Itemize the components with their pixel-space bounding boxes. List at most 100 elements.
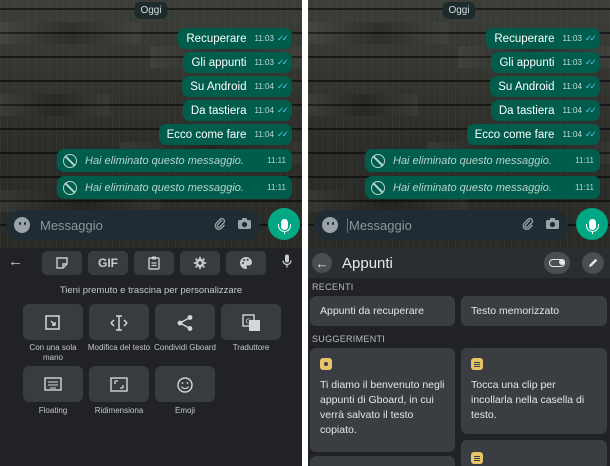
suggestion-text: Ti diamo il benvenuto negli appunti di G… xyxy=(320,379,445,436)
message-time: 11:11 xyxy=(575,156,594,165)
deleted-icon xyxy=(371,180,385,195)
clipboard-button[interactable] xyxy=(134,251,174,275)
emoji-icon xyxy=(177,377,193,393)
suggestion-card[interactable]: Ti diamo il benvenuto negli appunti di G… xyxy=(310,348,455,452)
camera-icon xyxy=(320,358,332,370)
message-time: 11:03 xyxy=(562,34,582,43)
read-ticks-icon: ✓✓ xyxy=(276,33,289,43)
date-chip: Oggi xyxy=(442,2,476,19)
deleted-icon xyxy=(63,153,77,168)
message-time: 11:03 xyxy=(562,58,582,67)
back-arrow-icon[interactable]: ← xyxy=(8,253,23,270)
translate-tile[interactable]: G xyxy=(221,304,281,340)
emoji-icon[interactable] xyxy=(14,217,30,233)
message-input-placeholder[interactable]: Messaggio xyxy=(40,218,203,233)
voice-message-button[interactable] xyxy=(576,208,608,240)
document-icon xyxy=(471,452,483,464)
message-text: Ecco come fare xyxy=(166,128,247,141)
deleted-message[interactable]: Hai eliminato questo messaggio. 11:11 xyxy=(365,176,600,199)
share-gboard-tile[interactable] xyxy=(155,304,215,340)
camera-icon[interactable] xyxy=(545,217,560,233)
message-text: Recuperare xyxy=(494,32,555,45)
recent-clip[interactable]: Appunti da recuperare xyxy=(310,296,455,326)
camera-icon[interactable] xyxy=(237,217,252,233)
message-time: 11:03 xyxy=(254,58,274,67)
suggestion-card[interactable]: Tocca una clip per incollarla nella case… xyxy=(461,348,607,434)
tile-label: Con una sola mano xyxy=(29,343,77,362)
message-bubble[interactable]: Su Android 11:04 ✓✓ xyxy=(182,76,292,97)
message-bubble[interactable]: Su Android 11:04 ✓✓ xyxy=(490,76,600,97)
pencil-icon xyxy=(589,258,598,267)
clip-text: Appunti da recuperare xyxy=(320,305,424,317)
share-icon xyxy=(177,315,193,331)
message-bubble[interactable]: Da tastiera 11:04 ✓✓ xyxy=(490,100,600,121)
suggestion-text: Tocca una clip per incollarla nella case… xyxy=(471,379,585,421)
tile-label: Traduttore xyxy=(232,343,270,352)
message-bubble[interactable]: Recuperare 11:03 ✓✓ xyxy=(486,28,600,49)
tile-label: Floating xyxy=(38,406,68,415)
message-time: 11:11 xyxy=(267,156,286,165)
message-time: 11:04 xyxy=(254,130,274,139)
paperclip-icon[interactable] xyxy=(213,217,227,234)
tile-label: Modifica del testo xyxy=(87,343,151,352)
keyboard-mic-icon[interactable] xyxy=(282,254,292,273)
message-input[interactable]: Messaggio xyxy=(314,210,568,240)
floating-tile[interactable] xyxy=(23,366,83,402)
deleted-message-text: Hai eliminato questo messaggio. xyxy=(85,181,244,194)
clip-text: Testo memorizzato xyxy=(471,305,560,317)
translate-icon: G xyxy=(242,314,260,331)
message-time: 11:04 xyxy=(254,106,274,115)
deleted-message[interactable]: Hai eliminato questo messaggio. 11:11 xyxy=(365,149,600,172)
document-icon xyxy=(471,358,483,370)
message-bubble[interactable]: Recuperare 11:03 ✓✓ xyxy=(178,28,292,49)
microphone-icon xyxy=(277,218,291,234)
back-arrow-icon[interactable]: ← xyxy=(312,253,332,273)
emoji-icon[interactable] xyxy=(322,217,338,233)
suggestions-section-label: SUGGERIMENTI xyxy=(312,334,386,344)
message-time: 11:04 xyxy=(562,106,582,115)
emoji-tile[interactable] xyxy=(155,366,215,402)
right-screenshot: Oggi Recuperare 11:03 ✓✓ Gli appunti 11:… xyxy=(308,0,610,466)
one-hand-mode-tile[interactable] xyxy=(23,304,83,340)
message-bubble[interactable]: Da tastiera 11:04 ✓✓ xyxy=(182,100,292,121)
resize-icon xyxy=(110,377,128,392)
message-time: 11:04 xyxy=(562,82,582,91)
message-text: Ecco come fare xyxy=(474,128,555,141)
message-text: Da tastiera xyxy=(190,104,247,117)
suggestion-card-partial[interactable] xyxy=(310,456,455,466)
paperclip-icon[interactable] xyxy=(521,217,535,234)
message-text: Gli appunti xyxy=(499,56,555,69)
chat-background: Oggi Recuperare 11:03 ✓✓ Gli appunti 11:… xyxy=(308,0,610,248)
gif-label: GIF xyxy=(98,256,118,270)
gif-button[interactable]: GIF xyxy=(88,251,128,275)
suggestion-card-partial[interactable] xyxy=(461,440,607,466)
settings-button[interactable] xyxy=(180,251,220,275)
message-input-placeholder[interactable]: Messaggio xyxy=(347,217,511,233)
recent-clip[interactable]: Testo memorizzato xyxy=(461,296,607,326)
message-bubble[interactable]: Ecco come fare 11:04 ✓✓ xyxy=(466,124,600,145)
resize-tile[interactable] xyxy=(89,366,149,402)
left-screenshot: Oggi Recuperare 11:03 ✓✓ Gli appunti 11:… xyxy=(0,0,302,466)
tile-label: Condividi Gboard xyxy=(154,343,216,352)
clipboard-toggle[interactable] xyxy=(544,252,570,274)
message-text: Su Android xyxy=(498,80,555,93)
message-text: Da tastiera xyxy=(498,104,555,117)
edit-button[interactable] xyxy=(582,252,604,274)
read-ticks-icon: ✓✓ xyxy=(584,57,597,67)
deleted-icon xyxy=(63,180,77,195)
read-ticks-icon: ✓✓ xyxy=(276,129,289,139)
voice-message-button[interactable] xyxy=(268,208,300,240)
theme-button[interactable] xyxy=(226,251,266,275)
message-bubble[interactable]: Gli appunti 11:03 ✓✓ xyxy=(491,52,600,73)
message-input[interactable]: Messaggio xyxy=(6,210,260,240)
deleted-message[interactable]: Hai eliminato questo messaggio. 11:11 xyxy=(57,176,292,199)
sticker-button[interactable] xyxy=(42,251,82,275)
message-bubble[interactable]: Ecco come fare 11:04 ✓✓ xyxy=(158,124,292,145)
microphone-icon xyxy=(585,218,599,234)
message-bubble[interactable]: Gli appunti 11:03 ✓✓ xyxy=(183,52,292,73)
deleted-message[interactable]: Hai eliminato questo messaggio. 11:11 xyxy=(57,149,292,172)
text-editing-tile[interactable] xyxy=(89,304,149,340)
read-ticks-icon: ✓✓ xyxy=(276,57,289,67)
read-ticks-icon: ✓✓ xyxy=(276,105,289,115)
deleted-message-text: Hai eliminato questo messaggio. xyxy=(393,181,552,194)
